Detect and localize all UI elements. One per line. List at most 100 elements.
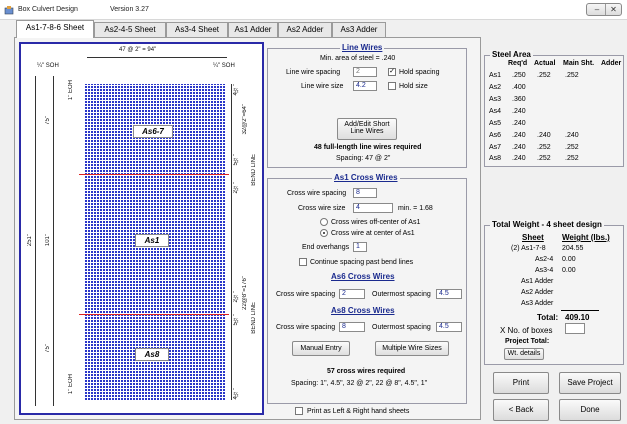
steel-row-req: .240 <box>512 155 526 162</box>
window-title: Box Culvert Design <box>18 6 78 13</box>
multiple-wire-sizes-button[interactable]: Multiple Wire Sizes <box>375 341 449 356</box>
steel-hdr-reqd: Req'd <box>508 60 528 67</box>
total-label: Total: <box>537 313 559 322</box>
bend-line-upper <box>79 174 229 175</box>
cross-wires-required: 57 cross wires required <box>327 368 406 375</box>
continue-spacing-label: Continue spacing past bend lines <box>310 259 414 266</box>
boxes-label: X No. of boxes <box>500 326 553 335</box>
total-underline <box>561 310 599 311</box>
weight-hdr-sheet: Sheet <box>522 233 544 242</box>
end-overhangs-input[interactable]: 1 <box>353 242 367 252</box>
right-top-dimension: 32@2"=64" <box>242 104 248 135</box>
done-button[interactable]: Done <box>559 399 621 421</box>
as6-outermost-label: Outermost spacing <box>372 291 431 298</box>
overall-height: 251" <box>27 234 33 247</box>
steel-row-req: .240 <box>512 144 526 151</box>
as6-cross-spacing-label: Cross wire spacing <box>276 291 336 298</box>
steel-row-name: As8 <box>489 155 502 162</box>
right-spacing-2: 5½" <box>233 154 239 166</box>
panel-label-as1: As1 <box>135 234 169 247</box>
panel-label-as6-7: As6-7 <box>133 125 173 138</box>
steel-row-actual: .252 <box>537 144 551 151</box>
total-weight-title: Total Weight - 4 sheet design <box>490 220 604 229</box>
bend-line-label-lower: BEND LINE <box>251 302 257 334</box>
weight-row-value: 204.55 <box>562 245 584 252</box>
as8-cross-spacing-input[interactable]: 8 <box>339 322 365 332</box>
steel-area-title: Steel Area <box>490 50 533 59</box>
line-wires-title: Line Wires <box>340 43 385 52</box>
radio-off-center[interactable] <box>320 218 328 226</box>
as8-cross-spacing-label: Cross wire spacing <box>276 324 336 331</box>
right-spacing-3: 2½" <box>233 182 239 194</box>
as6-outermost-input[interactable]: 4.5 <box>436 289 462 299</box>
hold-size-label: Hold size <box>399 83 428 90</box>
steel-row-name: As6 <box>489 132 502 139</box>
steel-row-req: .400 <box>512 84 526 91</box>
left-dim-bot: 75" <box>45 344 51 353</box>
weight-row-value: 0.00 <box>562 267 576 274</box>
add-edit-short-line-wires-button[interactable]: Add/Edit Short Line Wires <box>337 118 397 140</box>
save-project-button[interactable]: Save Project <box>559 372 621 394</box>
steel-row-req: .360 <box>512 96 526 103</box>
as1-cross-size-label: Cross wire size <box>298 205 346 212</box>
radio-off-center-label: Cross wires off-center of As1 <box>331 219 421 226</box>
as8-cross-wires-title: As8 Cross Wires <box>331 306 395 315</box>
weight-row-value: 0.00 <box>562 256 576 263</box>
top-dimension: 47 @ 2" = 94" <box>119 47 157 53</box>
hold-spacing-checkbox[interactable]: ✓ <box>388 68 396 76</box>
window-version: Version 3.27 <box>110 6 149 13</box>
tab-as1-adder[interactable]: As1 Adder <box>228 22 278 37</box>
back-button[interactable]: < Back <box>493 399 549 421</box>
right-spacing-6: 4½" <box>233 388 239 400</box>
add-edit-line1: Add/Edit Short <box>344 121 390 128</box>
soh-left: ¼" SOH <box>37 63 59 69</box>
continue-spacing-checkbox[interactable] <box>299 258 307 266</box>
steel-row-name: As7 <box>489 144 502 151</box>
steel-row-name: As4 <box>489 108 502 115</box>
sheet-drawing: 47 @ 2" = 94" ¼" SOH ¼" SOH 251" 75" 101… <box>19 42 264 415</box>
line-wire-size-input[interactable]: 4.2 <box>353 81 377 91</box>
line-wire-spacing-input[interactable]: 2 <box>353 67 377 77</box>
line-wire-size-label: Line wire size <box>301 83 344 90</box>
weight-row-sheet: (2) As1-7-8 <box>511 245 546 252</box>
wt-details-button[interactable]: Wt. details <box>504 348 544 360</box>
left-dim-top: 75" <box>45 116 51 125</box>
as1-cross-size-input[interactable]: 4 <box>353 203 393 213</box>
left-dim-mid: 101" <box>45 234 51 247</box>
as6-cross-spacing-input[interactable]: 2 <box>339 289 365 299</box>
line-wires-spacing-text: Spacing: 47 @ 2" <box>336 155 391 162</box>
tab-as2-4-5-sheet[interactable]: As2-4-5 Sheet <box>94 22 166 37</box>
close-button[interactable]: ✕ <box>605 4 621 15</box>
boxes-input[interactable] <box>565 323 585 334</box>
line-wire-spacing-label: Line wire spacing <box>286 69 341 76</box>
print-left-right-checkbox[interactable] <box>295 407 303 415</box>
steel-row-actual: .240 <box>537 132 551 139</box>
tab-as3-adder[interactable]: As3 Adder <box>332 22 386 37</box>
as6-cross-wires-title: As6 Cross Wires <box>331 272 395 281</box>
print-button[interactable]: Print <box>493 372 549 394</box>
steel-row-name: As3 <box>489 96 502 103</box>
right-spacing-4: 2½" <box>233 291 239 303</box>
steel-row-name: As1 <box>489 72 502 79</box>
add-edit-line2: Line Wires <box>350 128 384 135</box>
weight-row-sheet: As2-4 <box>535 256 554 263</box>
tab-as3-4-sheet[interactable]: As3-4 Sheet <box>166 22 228 37</box>
app-icon <box>4 5 14 15</box>
manual-entry-button[interactable]: Manual Entry <box>292 341 350 356</box>
eoh-top: 1" EOH <box>68 80 74 101</box>
as8-outermost-input[interactable]: 4.5 <box>436 322 462 332</box>
hold-size-checkbox[interactable] <box>388 82 396 90</box>
tab-as1-7-8-6-sheet[interactable]: As1-7-8-6 Sheet <box>16 20 94 38</box>
total-value: 409.10 <box>565 313 590 322</box>
right-mid-dimension: 22@8"=176" <box>242 276 248 310</box>
title-bar: Box Culvert Design Version 3.27 – ✕ <box>0 0 627 20</box>
minimize-button[interactable]: – <box>589 4 605 15</box>
steel-hdr-main: Main Sht. <box>563 60 595 67</box>
top-dimension-line <box>87 57 227 58</box>
as1-cross-spacing-input[interactable]: 8 <box>353 188 377 198</box>
radio-at-center[interactable] <box>320 229 328 237</box>
weight-hdr-weight: Weight (lbs.) <box>562 233 610 242</box>
weight-row-sheet: As1 Adder <box>521 278 554 285</box>
weight-row-sheet: As3 Adder <box>521 300 554 307</box>
tab-as2-adder[interactable]: As2 Adder <box>278 22 332 37</box>
